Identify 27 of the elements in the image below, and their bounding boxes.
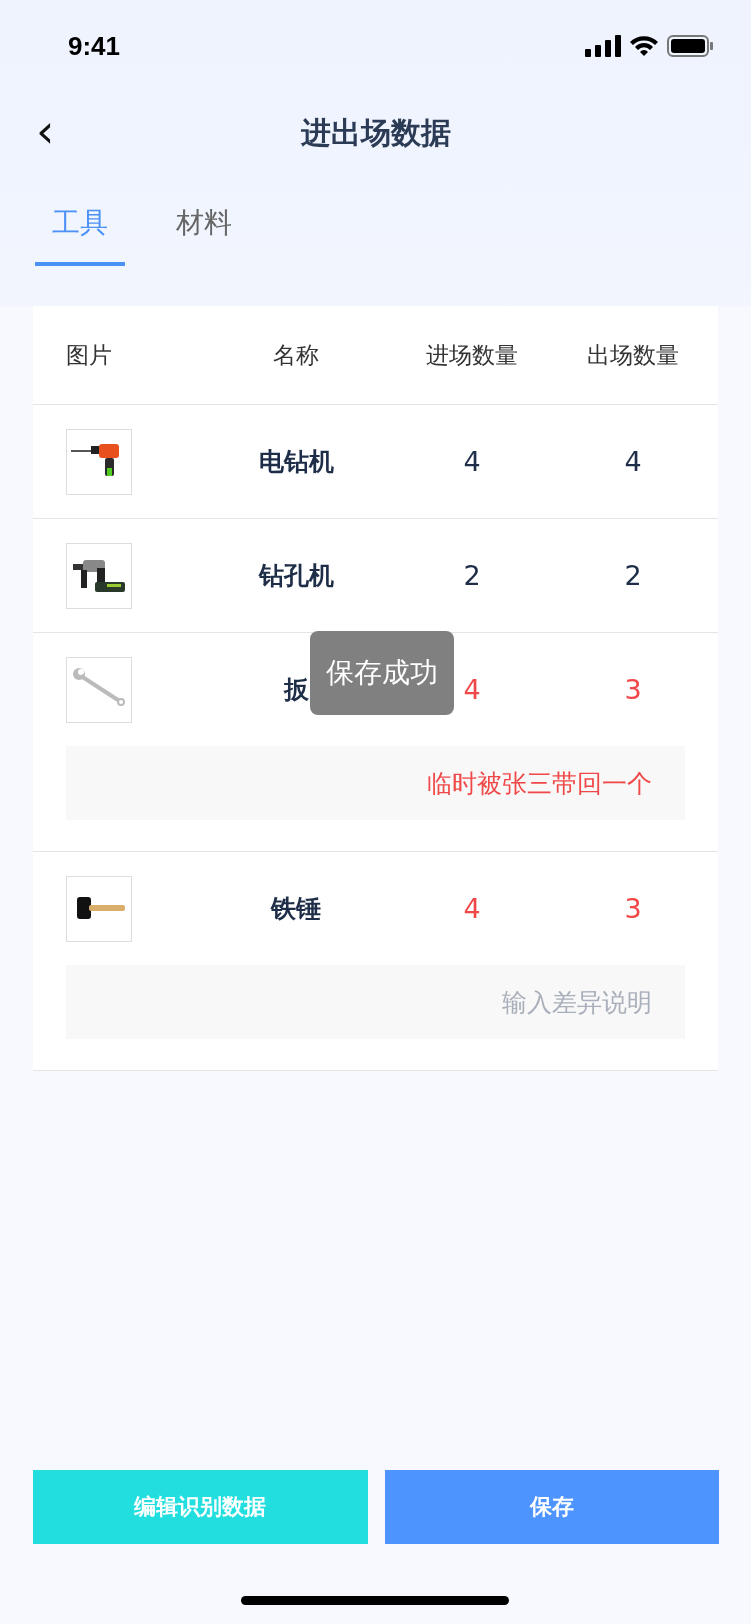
battery-icon (667, 35, 713, 57)
in-quantity: 4 (462, 893, 482, 924)
back-button[interactable]: ‹ (30, 110, 61, 152)
in-quantity: 4 (462, 674, 482, 705)
toast-message: 保存成功 (310, 631, 454, 715)
in-quantity: 2 (462, 560, 482, 591)
out-quantity: 2 (623, 560, 643, 591)
column-header: 图片 (66, 340, 113, 370)
difference-note-field[interactable]: 输入差异说明 (66, 965, 685, 1039)
status-time: 9:41 (68, 30, 121, 62)
in-quantity: 4 (462, 446, 482, 477)
page-title: 进出场数据 (300, 113, 451, 152)
difference-note-field[interactable]: 临时被张三带回一个 (66, 746, 685, 820)
item-name: 钻孔机 (257, 560, 335, 592)
out-quantity: 4 (623, 446, 643, 477)
out-quantity: 3 (623, 893, 643, 924)
wifi-icon (629, 35, 659, 57)
item-name: 电钻机 (257, 446, 335, 478)
column-header: 进场数量 (425, 340, 519, 370)
signal-icon (585, 35, 621, 57)
column-header: 出场数量 (586, 340, 680, 370)
tab[interactable]: 材料 (159, 196, 249, 266)
item-name: 铁锤 (269, 893, 322, 925)
column-header: 名称 (272, 340, 320, 370)
tab[interactable]: 工具 (35, 196, 125, 266)
out-quantity: 3 (623, 674, 643, 705)
save-button[interactable]: 保存 (384, 1470, 719, 1544)
